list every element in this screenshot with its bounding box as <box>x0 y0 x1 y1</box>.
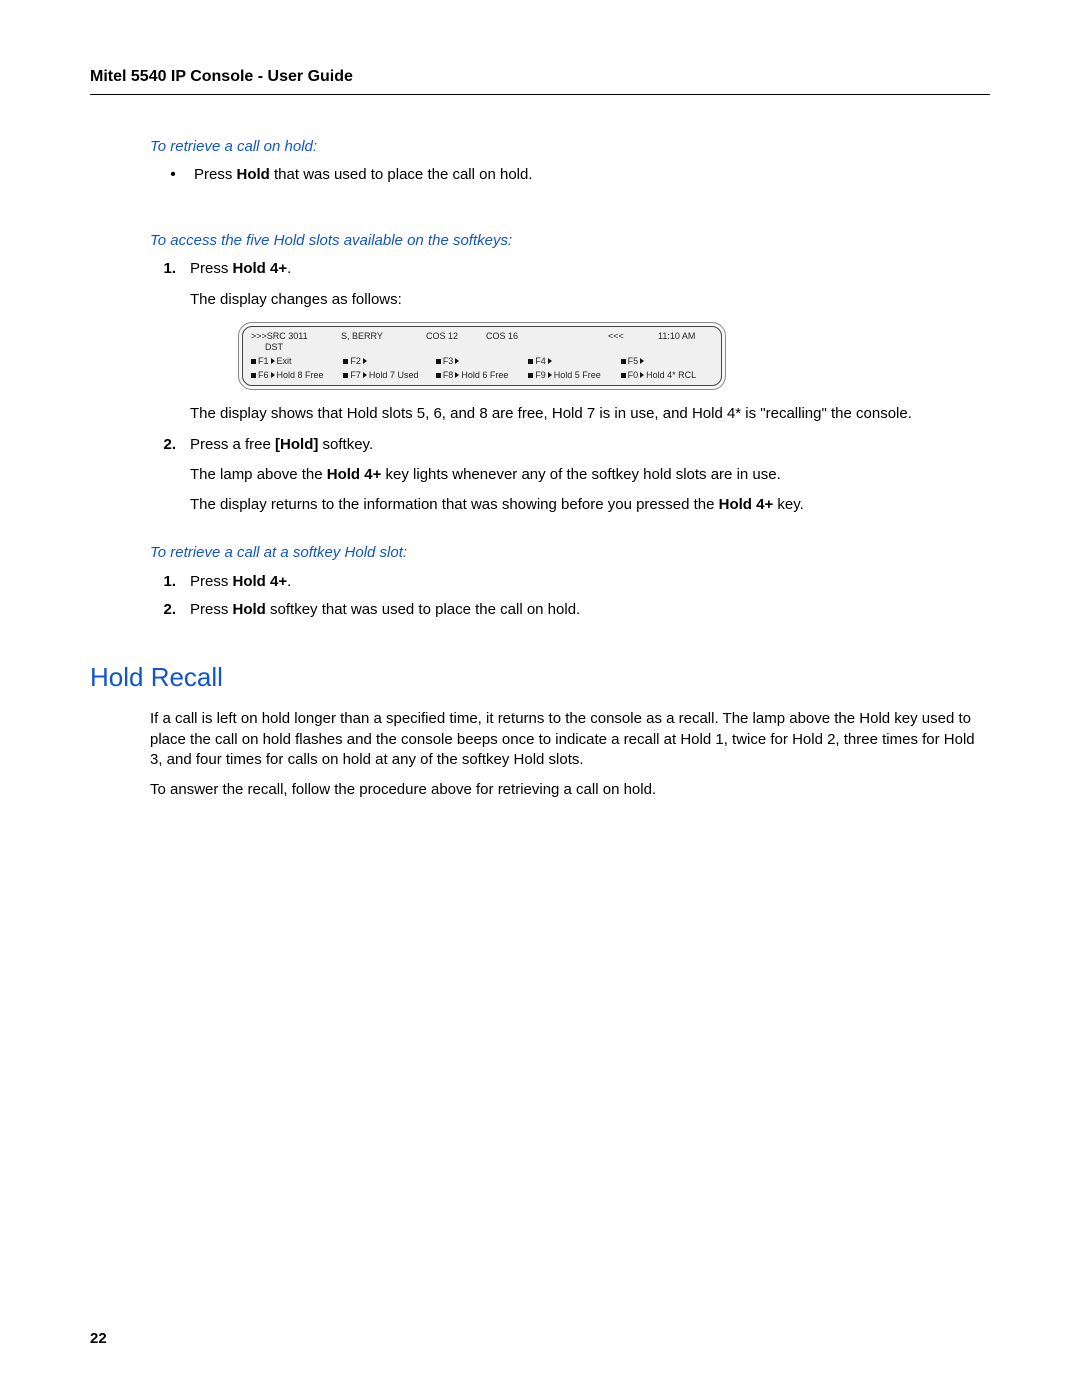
play-icon <box>548 358 552 364</box>
lcd-cos16: COS 16 <box>486 330 588 342</box>
fkey-f6: F6Hold 8 Free <box>251 369 343 381</box>
play-icon <box>640 358 644 364</box>
step-text: Press Hold softkey that was used to plac… <box>190 600 580 620</box>
step-text: Press Hold 4+. <box>190 259 291 279</box>
fkey-f5: F5 <box>621 355 713 367</box>
step-text: Press Hold 4+. <box>190 572 291 592</box>
fkey-f8: F8Hold 6 Free <box>436 369 528 381</box>
lcd-time: 11:10 AM <box>658 330 713 342</box>
subheading-retrieve-softkey-hold: To retrieve a call at a softkey Hold slo… <box>150 543 990 563</box>
bullet-dot-icon: • <box>166 165 180 185</box>
lcd-arrows: <<< <box>608 330 638 342</box>
page-header: Mitel 5540 IP Console - User Guide <box>90 66 990 95</box>
console-display: >>>SRC 3011 S, BERRY COS 12 COS 16 <<< 1… <box>238 322 726 391</box>
fkey-f7: F7Hold 7 Used <box>343 369 435 381</box>
step-text: Press a free [Hold] softkey. <box>190 435 373 455</box>
play-icon <box>271 372 275 378</box>
step-2: 2. Press a free [Hold] softkey. <box>156 435 990 455</box>
play-icon <box>548 372 552 378</box>
stop-icon <box>343 373 348 378</box>
fkey-f0: F0Hold 4* RCL <box>621 369 713 381</box>
stop-icon <box>621 373 626 378</box>
display-changes-note: The display changes as follows: <box>190 290 990 310</box>
list-number: 2. <box>156 435 176 455</box>
hold-recall-para1: If a call is left on hold longer than a … <box>150 709 990 770</box>
display-return-note: The display returns to the information t… <box>190 495 990 515</box>
fkey-f1: F1Exit <box>251 355 343 367</box>
stop-icon <box>528 373 533 378</box>
subheading-retrieve-hold: To retrieve a call on hold: <box>150 137 990 157</box>
lcd-fkey-row-top: F1Exit F2 F3 F4 F5 <box>251 355 713 367</box>
bullet-item: • Press Hold that was used to place the … <box>166 165 990 185</box>
lcd-cos12: COS 12 <box>426 330 466 342</box>
play-icon <box>363 372 367 378</box>
page-number: 22 <box>90 1329 107 1349</box>
fkey-f2: F2 <box>343 355 435 367</box>
list-number: 1. <box>156 572 176 592</box>
lamp-note: The lamp above the Hold 4+ key lights wh… <box>190 465 990 485</box>
play-icon <box>640 372 644 378</box>
stop-icon <box>436 359 441 364</box>
fkey-f3: F3 <box>436 355 528 367</box>
play-icon <box>455 372 459 378</box>
play-icon <box>271 358 275 364</box>
stop-icon <box>251 359 256 364</box>
stop-icon <box>528 359 533 364</box>
heading-hold-recall: Hold Recall <box>90 660 990 695</box>
stop-icon <box>251 373 256 378</box>
list-number: 1. <box>156 259 176 279</box>
list-number: 2. <box>156 600 176 620</box>
step-1: 1. Press Hold 4+. <box>156 572 990 592</box>
hold-recall-para2: To answer the recall, follow the procedu… <box>150 780 990 800</box>
stop-icon <box>621 359 626 364</box>
lcd-fkey-row-bottom: F6Hold 8 Free F7Hold 7 Used F8Hold 6 Fre… <box>251 369 713 381</box>
fkey-f9: F9Hold 5 Free <box>528 369 620 381</box>
step-1: 1. Press Hold 4+. <box>156 259 990 279</box>
display-explanation: The display shows that Hold slots 5, 6, … <box>190 404 990 424</box>
subheading-access-hold-slots: To access the five Hold slots available … <box>150 231 990 251</box>
lcd-src: >>>SRC 3011 <box>251 330 321 342</box>
content: To retrieve a call on hold: • Press Hold… <box>90 95 990 801</box>
step-2: 2. Press Hold softkey that was used to p… <box>156 600 990 620</box>
play-icon <box>455 358 459 364</box>
play-icon <box>363 358 367 364</box>
bullet-text: Press Hold that was used to place the ca… <box>194 165 533 185</box>
stop-icon <box>436 373 441 378</box>
lcd-name: S, BERRY <box>341 330 406 342</box>
fkey-f4: F4 <box>528 355 620 367</box>
lcd-dst: DST <box>251 341 713 353</box>
stop-icon <box>343 359 348 364</box>
